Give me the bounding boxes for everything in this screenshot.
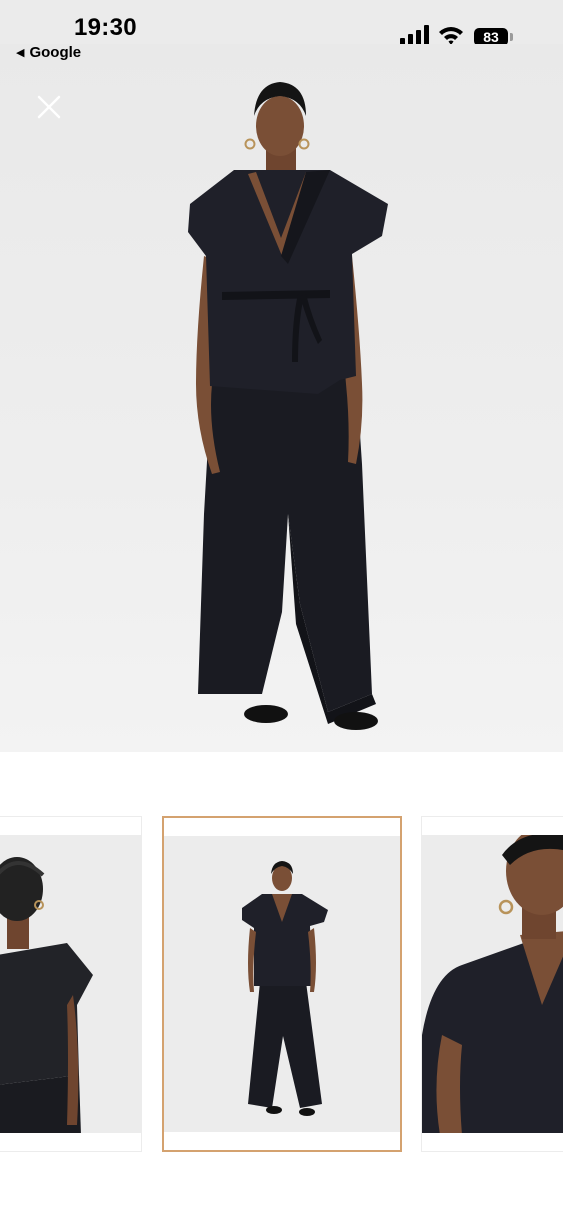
model-full-length-figure	[188, 82, 388, 730]
thumbnail-closeup-view[interactable]	[421, 816, 563, 1152]
wifi-icon	[439, 27, 463, 45]
status-time: 19:30	[74, 14, 137, 41]
thumbnail-photo	[164, 836, 400, 1132]
thumbnail-photo	[0, 835, 141, 1133]
back-app-label: Google	[29, 44, 82, 61]
back-to-app-link[interactable]: ◀ Google	[16, 44, 81, 61]
back-triangle-icon: ◀	[16, 47, 25, 59]
thumbnail-strip	[0, 816, 563, 1156]
main-product-image[interactable]	[0, 44, 563, 752]
thumbnail-back-view[interactable]	[0, 816, 142, 1152]
status-bar: 19:30 83	[0, 0, 563, 46]
thumbnail-front-view[interactable]	[162, 816, 402, 1152]
thumbnail-photo	[422, 835, 563, 1133]
cellular-signal-icon	[400, 25, 429, 45]
close-icon[interactable]	[34, 92, 64, 122]
